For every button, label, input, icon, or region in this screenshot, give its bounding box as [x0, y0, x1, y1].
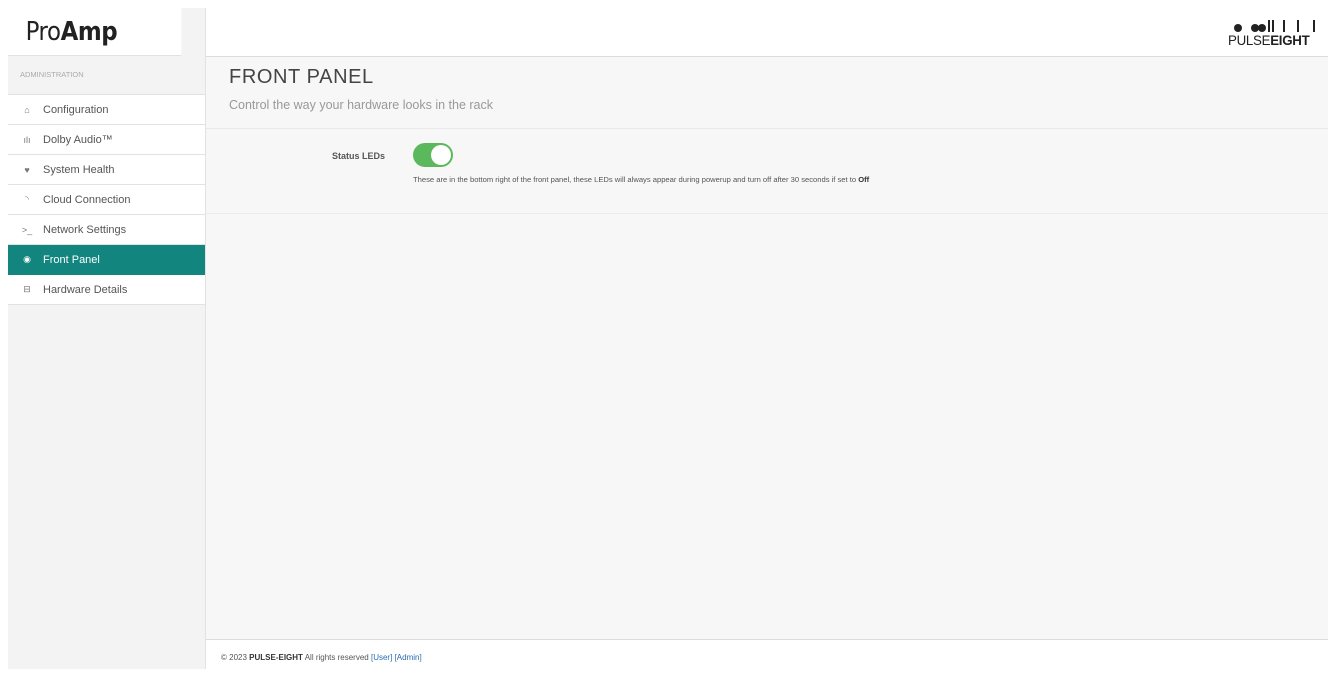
sidebar-item-label: System Health [43, 163, 115, 176]
footer-user-link[interactable]: [User] [371, 653, 392, 662]
sidebar-item-label: Dolby Audio™ [43, 133, 113, 146]
sidebar-item-dolby-audio[interactable]: ılı Dolby Audio™ [8, 125, 205, 155]
main-content: FRONT PANEL Control the way your hardwar… [206, 57, 1328, 639]
status-leds-help: These are in the bottom right of the fro… [413, 175, 869, 184]
audio-wave-icon: ılı [23, 134, 31, 145]
proamp-logo[interactable]: Pro Amp [8, 8, 182, 56]
sidebar-item-cloud-connection[interactable]: ◝ Cloud Connection [8, 185, 205, 215]
logo-pulse: PULSE [1228, 32, 1271, 48]
sidebar-item-label: Hardware Details [43, 283, 128, 296]
footer-company: PULSE-EIGHT [249, 653, 303, 662]
brand-pro: Pro [25, 16, 61, 47]
sidebar-item-front-panel[interactable]: ◉ Front Panel [8, 245, 205, 275]
brand-amp: Amp [60, 16, 118, 47]
footer-admin-link[interactable]: [Admin] [395, 653, 422, 662]
footer-copyright: © 2023 [221, 653, 247, 662]
logo-eight: EIGHT [1270, 32, 1310, 48]
pulse-eight-wordmark: PULSEEIGHT [1228, 33, 1315, 47]
sidebar-item-label: Configuration [43, 103, 109, 116]
page-title: FRONT PANEL [229, 66, 374, 88]
sidebar-item-label: Network Settings [43, 223, 127, 236]
status-leds-label: Status LEDs [332, 151, 386, 161]
heart-icon: ♥ [24, 164, 30, 175]
toggle-knob [431, 145, 451, 165]
rss-icon: ◝ [25, 194, 29, 204]
home-icon: ⌂ [24, 104, 30, 115]
sidebar-item-hardware-details[interactable]: ⊟ Hardware Details [8, 275, 205, 305]
top-bar: PULSEEIGHT [206, 8, 1328, 57]
pulse-eight-mark-icon [1228, 20, 1320, 32]
sidebar: Pro Amp ADMINISTRATION ⌂ Configuration ıl… [8, 8, 206, 669]
pulse-eight-logo: PULSEEIGHT [1228, 20, 1320, 48]
page-header: FRONT PANEL Control the way your hardwar… [206, 57, 1328, 129]
sidebar-item-label: Front Panel [43, 253, 100, 266]
footer: © 2023 PULSE-EIGHT All rights reserved [… [206, 639, 1328, 669]
sidebar-section-label: ADMINISTRATION [8, 56, 205, 95]
status-leds-toggle[interactable] [413, 143, 453, 167]
sidebar-item-configuration[interactable]: ⌂ Configuration [8, 95, 205, 125]
sidebar-item-label: Cloud Connection [43, 193, 131, 206]
terminal-icon: >_ [21, 224, 33, 235]
page-subtitle: Control the way your hardware looks in t… [229, 98, 494, 112]
circle-dot-icon: ◉ [23, 254, 31, 264]
sidebar-item-system-health[interactable]: ♥ System Health [8, 155, 205, 185]
footer-rights: All rights reserved [304, 653, 369, 662]
status-leds-setting: Status LEDs These are in the bottom righ… [206, 129, 1328, 214]
status-leds-help-text: These are in the bottom right of the fro… [413, 175, 857, 184]
status-leds-help-off: Off [858, 175, 870, 184]
sidebar-item-network-settings[interactable]: >_ Network Settings [8, 215, 205, 245]
hdd-icon: ⊟ [23, 284, 31, 294]
sidebar-nav: ⌂ Configuration ılı Dolby Audio™ ♥ Syste… [8, 95, 205, 305]
